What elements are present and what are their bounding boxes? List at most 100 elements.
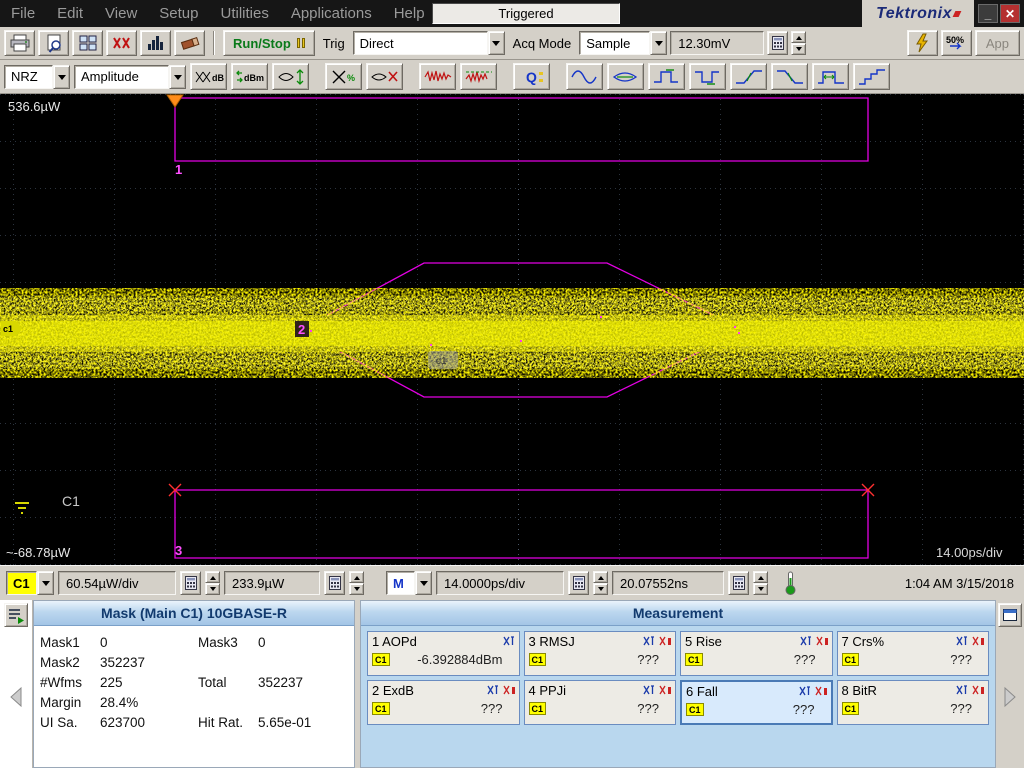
eye-mask-hits-button[interactable] (366, 63, 403, 90)
menu-utilities[interactable]: Utilities (209, 0, 279, 27)
run-stop-button[interactable]: Run/Stop (223, 30, 315, 56)
vertical-scale-field[interactable]: 60.54µW/div (58, 571, 176, 595)
keypad-button[interactable] (180, 571, 201, 595)
measurement-tile-fall[interactable]: 6 Fall C1 ??? (680, 680, 833, 725)
annotations-icon[interactable] (815, 636, 829, 647)
fall-time-button[interactable] (771, 63, 808, 90)
tile-windows-button[interactable] (72, 30, 103, 56)
scroll-right-icon[interactable] (1001, 685, 1019, 709)
stairstep-button[interactable] (853, 63, 890, 90)
keypad-button[interactable] (728, 571, 749, 595)
menu-view[interactable]: View (94, 0, 148, 27)
stats-icon[interactable] (643, 636, 656, 647)
measurement-label: 4 PPJi (528, 683, 567, 698)
annotations-icon[interactable] (659, 636, 672, 647)
measurement-setup-button[interactable] (4, 603, 28, 627)
chevron-down-icon[interactable] (169, 64, 186, 89)
horizontal-scale-spinner[interactable] (593, 571, 608, 595)
stats-icon[interactable] (956, 636, 969, 647)
stats-icon[interactable] (956, 685, 969, 696)
q-factor-button[interactable]: Q (513, 63, 550, 90)
waveform-display[interactable]: 1 2 3 536.6µW ~-68.78µW 14.00ps/div C1 c… (0, 94, 1024, 565)
chevron-down-icon[interactable] (487, 31, 505, 55)
trigger-level-field[interactable]: 12.30mV (670, 31, 765, 55)
high-level-button[interactable] (648, 63, 685, 90)
stats-icon[interactable] (502, 636, 516, 647)
period-button[interactable] (566, 63, 603, 90)
stats-icon[interactable] (486, 685, 500, 696)
stats-icon[interactable] (643, 685, 656, 696)
measurement-tile-rmsj[interactable]: 3 RMSJ C1 ??? (523, 631, 676, 676)
jitter-rms-button[interactable] (460, 63, 497, 90)
extinction-ratio-button[interactable]: dB (190, 63, 227, 90)
measurement-tile-ppji[interactable]: 4 PPJi C1 ??? (523, 680, 676, 725)
measurement-tile-bitr[interactable]: 8 BitR C1 ??? (836, 680, 989, 725)
crossing-percent-button[interactable]: % (325, 63, 362, 90)
chevron-down-icon[interactable] (415, 571, 432, 595)
measurement-tile-aopd[interactable]: 1 AOPd C1 -6.392884dBm (367, 631, 520, 676)
horizontal-position-field[interactable]: 20.07552ns (612, 571, 724, 595)
clear-data-button[interactable] (174, 30, 205, 56)
low-level-button[interactable] (689, 63, 726, 90)
set-50pct-button[interactable]: 50% (940, 30, 972, 56)
app-button[interactable]: App (974, 30, 1020, 56)
chevron-down-icon[interactable] (650, 31, 668, 55)
trigger-level-spinner[interactable] (791, 31, 807, 55)
annotations-icon[interactable] (502, 685, 516, 696)
chevron-down-icon[interactable] (53, 64, 70, 89)
amplitude-button[interactable] (272, 63, 309, 90)
stat-value: 5.65e-01 (258, 715, 312, 730)
horizontal-position-spinner[interactable] (753, 571, 768, 595)
horizontal-scale-field[interactable]: 14.0000ps/div (436, 571, 564, 595)
keypad-button[interactable] (324, 571, 345, 595)
keypad-button[interactable] (767, 31, 789, 55)
measurement-label: 8 BitR (841, 683, 877, 698)
channel-select[interactable]: C1 (6, 571, 54, 595)
stairstep-icon (858, 68, 885, 85)
measurement-tile-crs[interactable]: 7 Crs% C1 ??? (836, 631, 989, 676)
menu-help[interactable]: Help (383, 0, 436, 27)
panel-toggle-button[interactable] (998, 603, 1022, 627)
spin-up-icon[interactable] (791, 31, 807, 43)
acq-mode-select[interactable]: Sample (579, 31, 668, 55)
measurement-tile-rise[interactable]: 5 Rise C1 ??? (680, 631, 833, 676)
measure-category-select[interactable]: Amplitude (74, 64, 186, 89)
pulse-width-button[interactable] (812, 63, 849, 90)
timebase-select[interactable]: M (386, 571, 432, 595)
annotations-icon[interactable] (659, 685, 672, 696)
vertical-offset-field[interactable]: 233.9µW (224, 571, 320, 595)
measurement-tile-exdb[interactable]: 2 ExdB C1 ??? (367, 680, 520, 725)
chevron-down-icon[interactable] (37, 571, 54, 595)
histogram-button[interactable] (140, 30, 171, 56)
eye-width-button[interactable] (607, 63, 644, 90)
jitter-pp-button[interactable] (419, 63, 456, 90)
scroll-left-icon[interactable] (7, 685, 25, 709)
minimize-button[interactable]: _ (978, 4, 998, 23)
trigger-marker[interactable] (166, 94, 184, 108)
vertical-scale-spinner[interactable] (205, 571, 220, 595)
annotations-icon[interactable] (814, 686, 828, 697)
annotations-icon[interactable] (972, 685, 985, 696)
mask-test-button[interactable] (106, 30, 137, 56)
rise-time-button[interactable] (730, 63, 767, 90)
svg-text:50%: 50% (946, 35, 964, 45)
print-button[interactable] (4, 30, 35, 56)
close-button[interactable]: ✕ (1000, 4, 1020, 23)
avg-power-dbm-button[interactable]: dBm (231, 63, 268, 90)
stats-icon[interactable] (799, 636, 813, 647)
menu-edit[interactable]: Edit (46, 0, 94, 27)
autoset-button[interactable] (906, 30, 938, 56)
menu-setup[interactable]: Setup (148, 0, 209, 27)
trigger-source-select[interactable]: Direct (352, 31, 505, 55)
menu-applications[interactable]: Applications (280, 0, 383, 27)
vertical-offset-spinner[interactable] (349, 571, 364, 595)
trace-handle[interactable]: c1 (428, 351, 458, 369)
stats-icon[interactable] (798, 686, 812, 697)
keypad-button[interactable] (568, 571, 589, 595)
print-preview-button[interactable] (38, 30, 69, 56)
timebase-label: 14.00ps/div (936, 545, 1003, 560)
signal-format-select[interactable]: NRZ (4, 64, 70, 89)
spin-down-icon[interactable] (791, 43, 807, 55)
annotations-icon[interactable] (972, 636, 985, 647)
menu-file[interactable]: File (0, 0, 46, 27)
